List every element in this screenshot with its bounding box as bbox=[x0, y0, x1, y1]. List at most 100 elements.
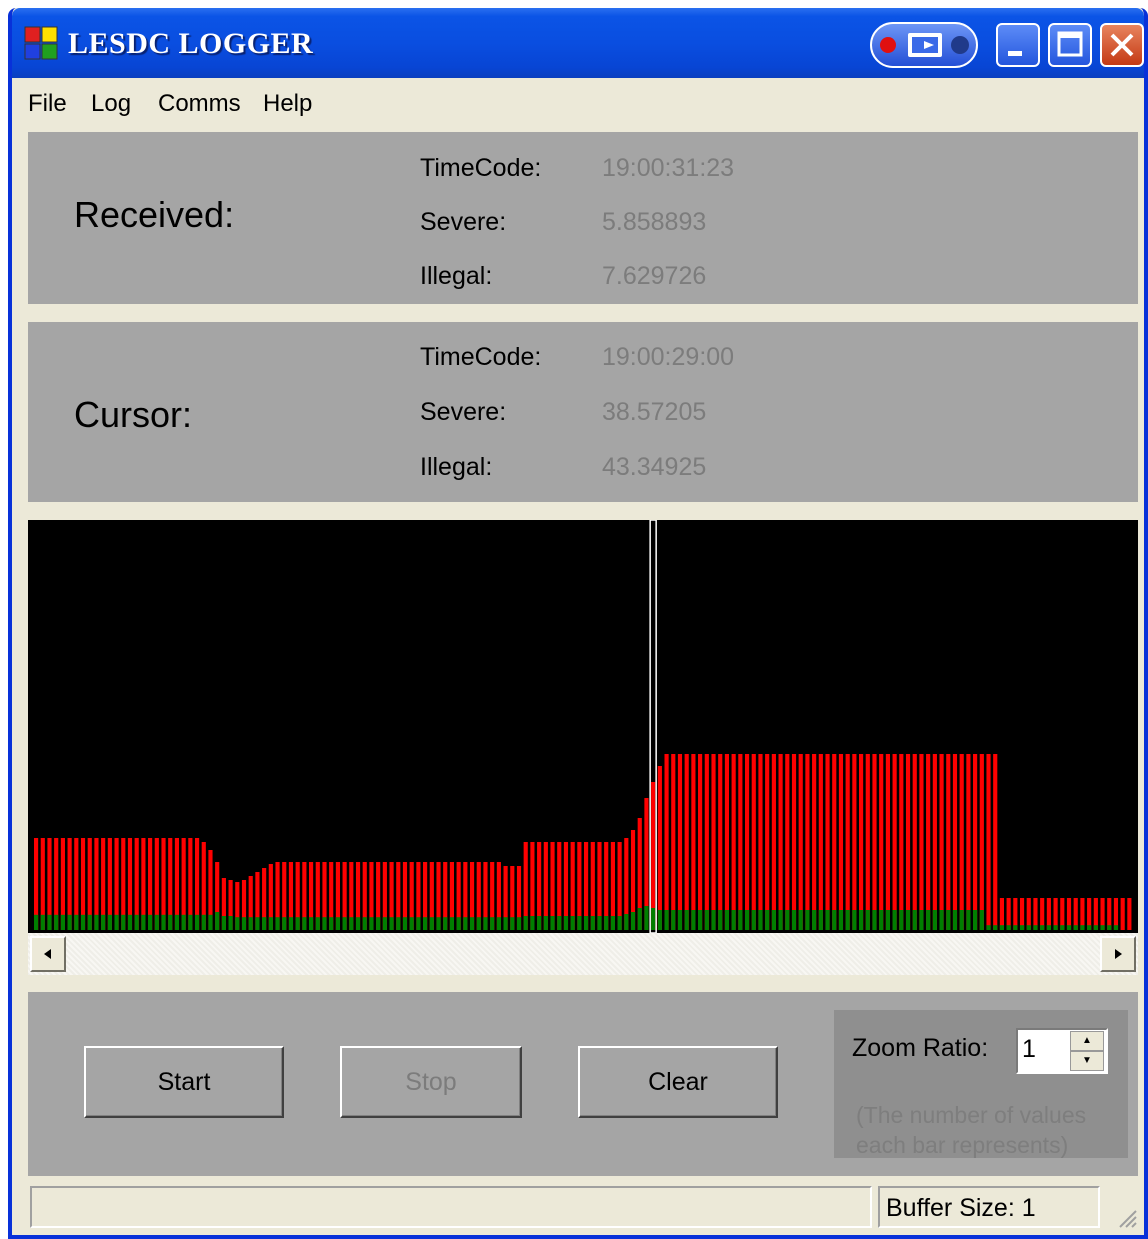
received-illegal-value: 7.629726 bbox=[602, 262, 707, 290]
scroll-left-button[interactable] bbox=[30, 936, 66, 972]
illegal-bar bbox=[926, 754, 931, 930]
severe-bar bbox=[651, 908, 656, 930]
severe-bar bbox=[443, 917, 448, 930]
bar-chart[interactable] bbox=[28, 520, 1138, 933]
illegal-bar bbox=[765, 754, 770, 930]
severe-bar bbox=[557, 916, 562, 930]
illegal-bar bbox=[879, 754, 884, 930]
tray-app-icon[interactable] bbox=[870, 22, 978, 68]
illegal-bar bbox=[899, 754, 904, 930]
close-button[interactable] bbox=[1100, 23, 1144, 67]
severe-bar bbox=[718, 910, 723, 930]
scroll-right-button[interactable] bbox=[1100, 936, 1136, 972]
illegal-bar bbox=[744, 754, 750, 930]
severe-bar bbox=[34, 914, 39, 930]
severe-bar bbox=[577, 916, 582, 930]
severe-bar bbox=[362, 917, 367, 930]
severe-bar bbox=[778, 910, 783, 930]
illegal-bar bbox=[684, 754, 689, 930]
severe-bar bbox=[523, 916, 528, 930]
severe-bar bbox=[543, 916, 548, 930]
severe-bar bbox=[852, 910, 857, 930]
severe-bar bbox=[1006, 925, 1011, 930]
severe-bar bbox=[275, 917, 280, 930]
arrow-left-icon bbox=[44, 949, 51, 959]
illegal-bar bbox=[919, 754, 924, 930]
severe-bar bbox=[208, 914, 213, 930]
severe-bar bbox=[215, 912, 220, 930]
severe-bar bbox=[1060, 925, 1065, 930]
cursor-severe-label: Severe: bbox=[420, 398, 507, 426]
minimize-button[interactable] bbox=[996, 23, 1040, 67]
menu-comms[interactable]: Comms bbox=[158, 90, 241, 118]
severe-bar bbox=[570, 916, 575, 930]
stop-button[interactable]: Stop bbox=[340, 1046, 522, 1118]
illegal-bar bbox=[718, 754, 723, 930]
illegal-bar bbox=[986, 754, 991, 930]
clear-button[interactable]: Clear bbox=[578, 1046, 778, 1118]
zoom-group: Zoom Ratio: 1 ▲ ▼ (The number of values … bbox=[834, 1010, 1128, 1158]
resize-grip-icon[interactable] bbox=[1112, 1203, 1138, 1229]
severe-bar bbox=[449, 917, 455, 930]
severe-bar bbox=[1026, 925, 1031, 930]
illegal-bar bbox=[825, 754, 830, 930]
severe-bar bbox=[979, 910, 984, 930]
severe-bar bbox=[785, 910, 790, 930]
zoom-ratio-value[interactable]: 1 bbox=[1022, 1035, 1036, 1064]
severe-bar bbox=[67, 914, 72, 930]
severe-bar bbox=[483, 917, 488, 930]
severe-bar bbox=[684, 910, 689, 930]
zoom-ratio-label: Zoom Ratio: bbox=[852, 1034, 989, 1062]
severe-bar bbox=[255, 917, 260, 930]
severe-bar bbox=[1019, 925, 1025, 930]
menu-log[interactable]: Log bbox=[91, 90, 131, 118]
severe-bar bbox=[832, 910, 837, 930]
severe-bar bbox=[469, 917, 475, 930]
severe-bar bbox=[630, 912, 636, 930]
severe-bar bbox=[624, 914, 629, 930]
severe-bar bbox=[262, 917, 267, 930]
severe-bar bbox=[550, 916, 555, 930]
zoom-ratio-stepper[interactable]: 1 ▲ ▼ bbox=[1016, 1028, 1108, 1074]
bar-chart-svg[interactable] bbox=[28, 520, 1138, 933]
title-bar[interactable]: LESDC LOGGER bbox=[12, 8, 1144, 78]
severe-bar bbox=[657, 910, 662, 930]
illegal-bar bbox=[691, 754, 696, 930]
severe-bar bbox=[74, 914, 79, 930]
severe-bar bbox=[221, 916, 226, 930]
spin-up-button[interactable]: ▲ bbox=[1070, 1031, 1104, 1051]
illegal-bar bbox=[832, 754, 837, 930]
maximize-button[interactable] bbox=[1048, 23, 1092, 67]
severe-bar bbox=[282, 917, 287, 930]
menu-file[interactable]: File bbox=[28, 90, 67, 118]
severe-bar bbox=[610, 916, 615, 930]
received-timecode-label: TimeCode: bbox=[420, 154, 542, 182]
severe-bar bbox=[798, 910, 803, 930]
severe-bar bbox=[416, 917, 421, 930]
severe-bar bbox=[47, 914, 52, 930]
severe-bar bbox=[892, 910, 897, 930]
severe-bar bbox=[309, 917, 314, 930]
horizontal-scrollbar[interactable] bbox=[28, 933, 1138, 975]
severe-bar bbox=[201, 914, 206, 930]
severe-bar bbox=[838, 910, 844, 930]
severe-bar bbox=[148, 914, 153, 930]
severe-bar bbox=[986, 925, 991, 930]
severe-bar bbox=[664, 910, 669, 930]
illegal-bar bbox=[805, 754, 810, 930]
illegal-bar bbox=[952, 754, 958, 930]
spin-down-button[interactable]: ▼ bbox=[1070, 1051, 1104, 1071]
illegal-bar bbox=[677, 754, 683, 930]
severe-bar bbox=[765, 910, 770, 930]
severe-bar bbox=[40, 914, 45, 930]
illegal-bar bbox=[865, 754, 870, 930]
menu-help[interactable]: Help bbox=[263, 90, 312, 118]
menu-bar: File Log Comms Help bbox=[12, 78, 1144, 124]
severe-bar bbox=[1053, 925, 1058, 930]
severe-bar bbox=[939, 910, 944, 930]
start-button[interactable]: Start bbox=[84, 1046, 284, 1118]
severe-bar bbox=[114, 914, 119, 930]
received-title: Received: bbox=[74, 194, 235, 235]
severe-bar bbox=[879, 910, 884, 930]
illegal-bar bbox=[771, 754, 776, 930]
